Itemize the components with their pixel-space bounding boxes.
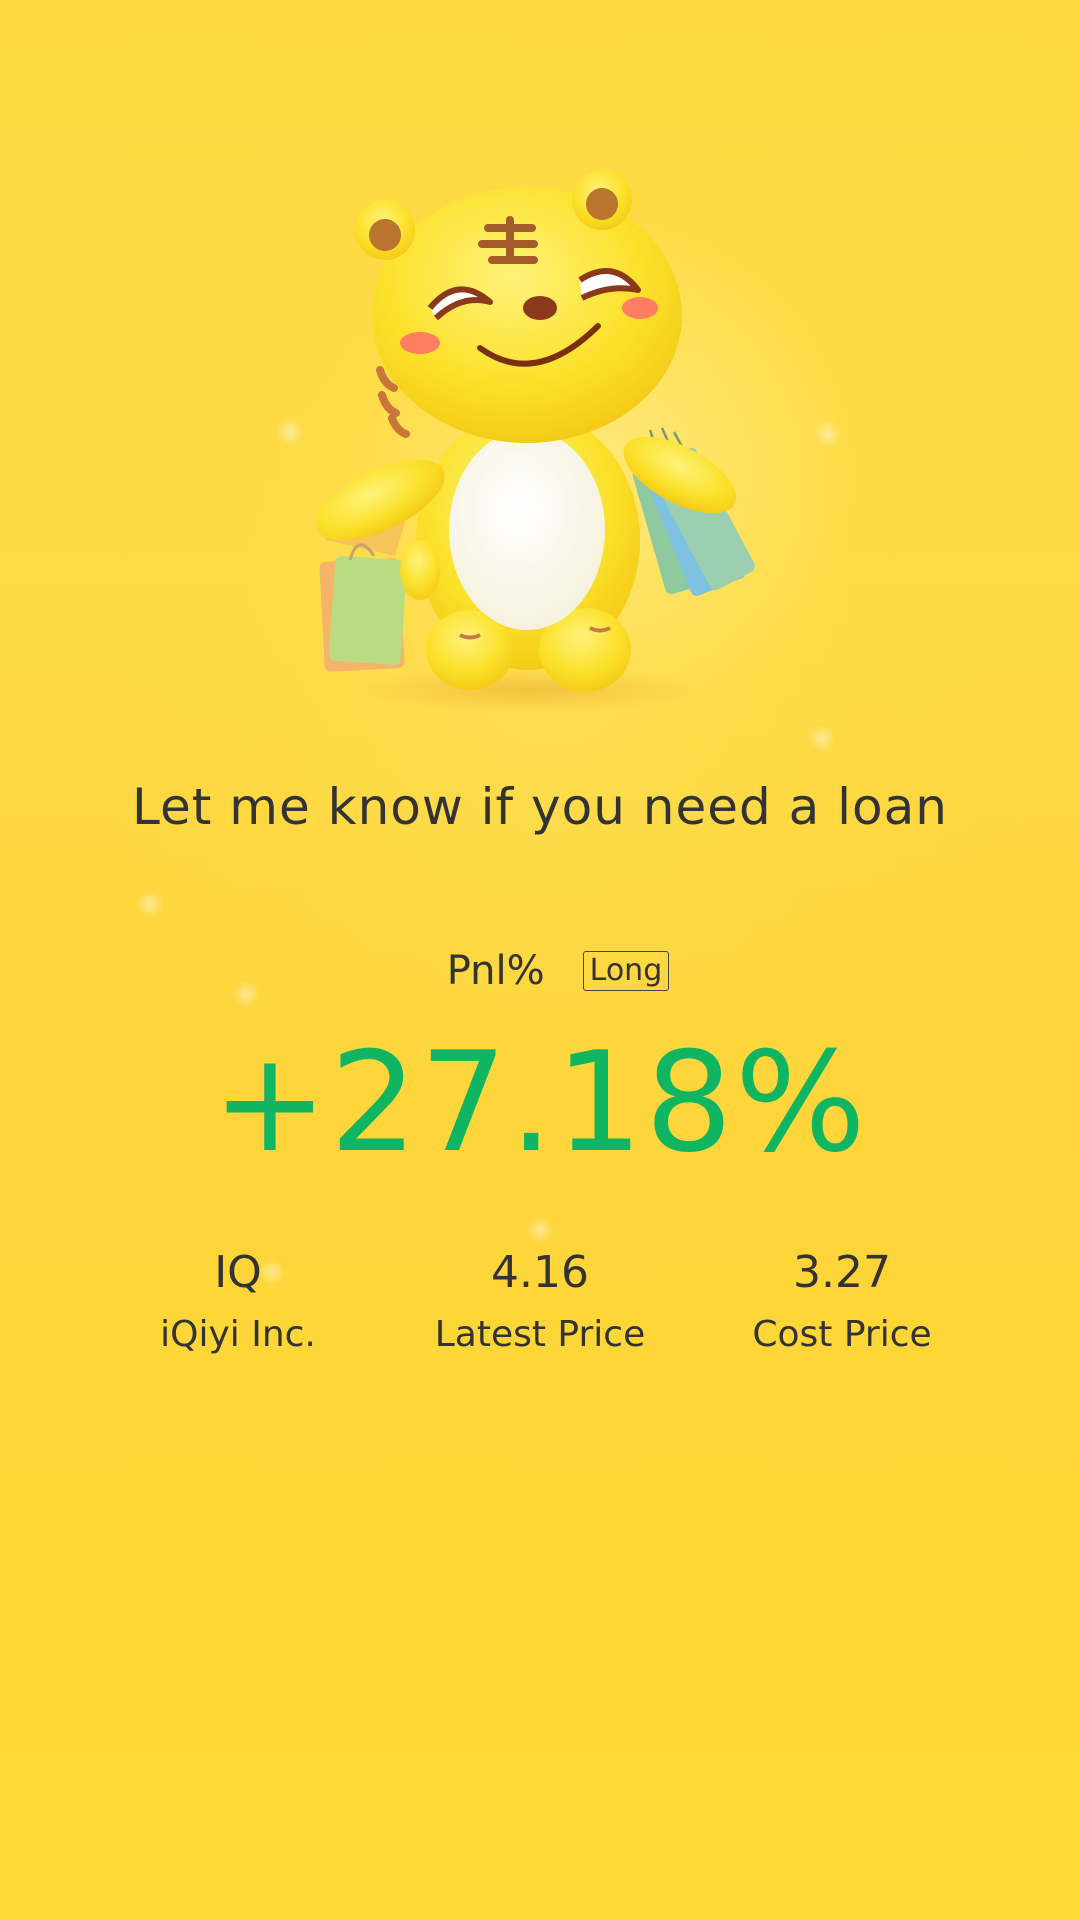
sparkle bbox=[814, 420, 842, 448]
pnl-header: Pnl% Long bbox=[0, 948, 1080, 994]
cost-price-label: Cost Price bbox=[752, 1314, 932, 1355]
cost-price-value: 3.27 bbox=[793, 1247, 891, 1298]
latest-price-info: 4.16 Latest Price bbox=[390, 1242, 690, 1360]
cost-price-info: 3.27 Cost Price bbox=[692, 1242, 992, 1360]
sparkle bbox=[808, 724, 836, 752]
latest-price-label: Latest Price bbox=[434, 1314, 646, 1355]
tiger-mascot-icon bbox=[270, 160, 790, 720]
sparkle bbox=[526, 1216, 554, 1244]
latest-price-value: 4.16 bbox=[491, 1247, 589, 1298]
pnl-value: +27.18% bbox=[212, 1022, 868, 1183]
stock-ticker: IQ bbox=[214, 1247, 262, 1298]
stats-row: IQ iQiyi Inc. 4.16 Latest Price 3.27 Cos… bbox=[0, 1242, 1080, 1372]
slogan-text: Let me know if you need a loan bbox=[132, 778, 948, 836]
pnl-label: Pnl% bbox=[446, 948, 545, 994]
position-type-badge: Long bbox=[582, 951, 670, 991]
company-name: iQiyi Inc. bbox=[160, 1314, 316, 1355]
stock-info: IQ iQiyi Inc. bbox=[88, 1242, 388, 1360]
sparkle bbox=[136, 890, 164, 918]
